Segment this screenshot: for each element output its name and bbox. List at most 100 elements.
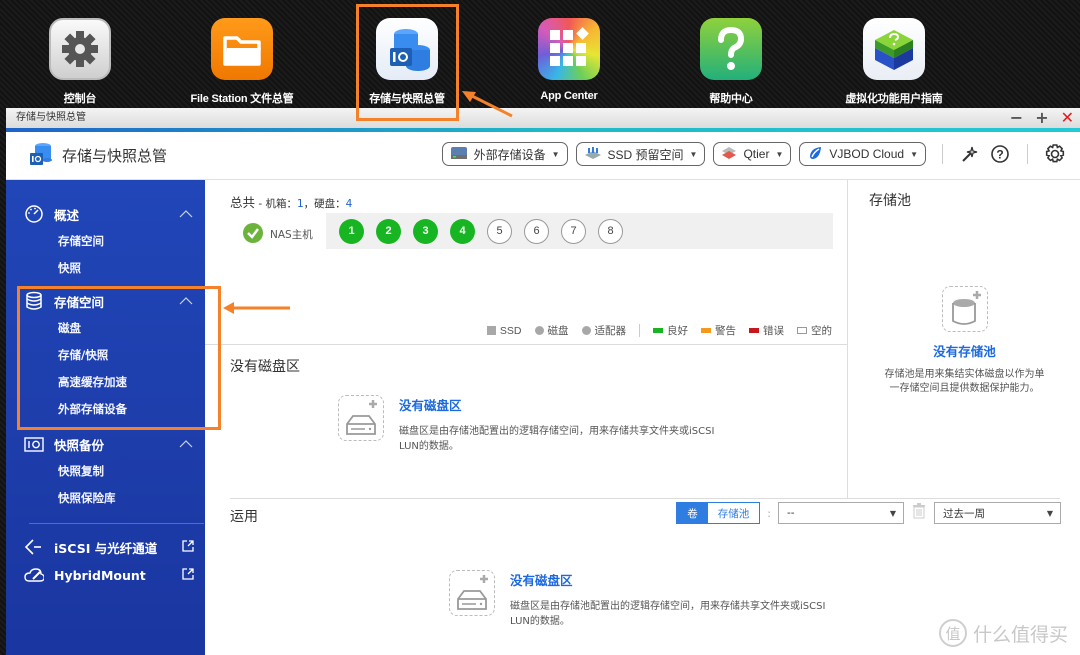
sidebar-item-disks[interactable]: 磁盘	[6, 315, 205, 342]
legend-item: 错误	[749, 323, 784, 338]
disk-slot-3[interactable]: 3	[413, 218, 438, 244]
window-titlebar[interactable]: 存储与快照总管 − + ✕	[6, 108, 1080, 128]
sidebar-item-cache-acceleration[interactable]: 高速缓存加速	[6, 369, 205, 396]
vjbod-cloud-icon	[807, 145, 823, 164]
magic-wand-icon[interactable]	[959, 143, 981, 165]
external-storage-dropdown[interactable]: 外部存储设备 ▼	[441, 142, 568, 166]
sidebar-group-label: 存储空间	[54, 294, 105, 310]
disk-slot-6[interactable]: 6	[524, 218, 549, 244]
disk-slot-4[interactable]: 4	[450, 218, 475, 244]
tool-label: VJBOD Cloud	[829, 147, 905, 161]
add-volume-icon[interactable]	[338, 395, 384, 441]
sidebar-divider	[29, 523, 204, 524]
camera-icon	[24, 434, 44, 454]
desktop-icon-label: 帮助中心	[709, 93, 753, 105]
disk-slot-5[interactable]: 5	[487, 218, 512, 244]
sidebar-item-snapshot-vault[interactable]: 快照保险库	[6, 485, 205, 512]
desktop-icon-app-center[interactable]: App Center	[489, 18, 649, 102]
sidebar-link-iscsi[interactable]: iSCSI 与光纤通道	[6, 533, 205, 561]
legend-item: SSD	[486, 325, 522, 337]
no-volume-link[interactable]: 没有磁盘区	[510, 570, 840, 589]
sidebar-item-external-storage[interactable]: 外部存储设备	[6, 396, 205, 423]
close-button[interactable]: ✕	[1061, 108, 1074, 128]
legend-swatch-circle-icon	[581, 326, 591, 335]
sidebar-link-label: iSCSI 与光纤通道	[54, 540, 158, 556]
sidebar-link-hybridmount[interactable]: HybridMount	[6, 561, 205, 589]
ssd-icon	[584, 146, 602, 163]
legend-swatch-bar-icon	[701, 328, 711, 333]
toggle-storage-pool[interactable]: 存储池	[707, 503, 760, 523]
desktop-icon-virtualization-guide[interactable]: 虚拟化功能用户指南	[814, 18, 974, 106]
legend-swatch-bar-icon	[653, 328, 663, 333]
sidebar: 概述 存储空间 快照 存储空间 磁盘 存储/快照 高速缓存加速 外部存储设备 快…	[6, 180, 205, 655]
question-icon	[700, 18, 762, 80]
qtier-icon	[721, 146, 737, 163]
watermark-text: 什么值得买	[972, 623, 1068, 646]
caret-down-icon: ▼	[551, 149, 560, 159]
separator-colon: :	[767, 506, 771, 520]
disk-slot-7[interactable]: 7	[561, 218, 586, 244]
sidebar-group-header[interactable]: 快照备份	[6, 430, 205, 458]
chevron-up-icon[interactable]	[179, 294, 193, 309]
legend-label: 磁盘	[547, 325, 569, 337]
app-window: 存储与快照总管 − + ✕ 存储与快照总管 外部存储设备 ▼ SSD 预留空间 ▼ …	[6, 108, 1080, 655]
disks-count: 4	[345, 198, 353, 210]
vjbod-cloud-dropdown[interactable]: VJBOD Cloud ▼	[799, 142, 926, 166]
sidebar-item-snapshot-replica[interactable]: 快照复制	[6, 458, 205, 485]
main-content: 总共 - 机箱：1，硬盘：4 NAS主机 12345678 SSD 磁盘 适配器 良好…	[205, 180, 1080, 655]
disk-slot-8[interactable]: 8	[598, 218, 623, 244]
trash-icon[interactable]	[912, 503, 926, 523]
time-period-select[interactable]: 过去一周 ▼	[934, 502, 1061, 524]
nas-host[interactable]: NAS主机	[242, 222, 313, 247]
folder-icon	[211, 18, 273, 80]
virtualization-cube-icon	[863, 18, 925, 80]
disk-slot-2[interactable]: 2	[376, 218, 401, 244]
iscsi-icon	[24, 537, 44, 557]
legend-swatch-square-icon	[486, 326, 496, 335]
help-icon[interactable]: ?	[989, 143, 1011, 165]
storage-pool-empty-state: 没有存储池 存储池是用来集结实体磁盘以作为单一存储空间且提供数据保护能力。	[848, 286, 1080, 396]
chevron-up-icon[interactable]	[179, 437, 193, 452]
settings-gear-icon[interactable]	[1044, 143, 1066, 165]
window-title: 存储与快照总管	[16, 112, 86, 123]
minimize-button[interactable]: −	[1010, 108, 1023, 128]
no-volume-link[interactable]: 没有磁盘区	[399, 395, 729, 414]
desktop-icon-help-center[interactable]: 帮助中心	[651, 18, 811, 106]
volume-select[interactable]: -- ▼	[778, 502, 904, 524]
svg-text:?: ?	[996, 148, 1003, 162]
no-storage-pool-link[interactable]: 没有存储池	[848, 341, 1080, 360]
legend-label: 适配器	[594, 325, 627, 337]
legend-label: 良好	[667, 325, 688, 337]
desktop-icon-control-panel[interactable]: 控制台	[0, 18, 160, 106]
desktop-icon-storage-snapshot[interactable]: 存储与快照总管	[327, 18, 487, 106]
divider	[230, 498, 1060, 499]
tool-label: Qtier	[743, 147, 770, 161]
desktop: 控制台 File Station 文件总管 存储与快照总管 App Center…	[0, 0, 1080, 108]
database-icon	[24, 291, 44, 311]
toggle-volume[interactable]: 卷	[677, 503, 708, 523]
usage-empty-description: 磁盘区是由存储池配置出的逻辑存储空间，用来存储共享文件夹或iSCSI LUN的数…	[510, 601, 826, 627]
legend-divider	[639, 324, 640, 337]
desktop-icon-label: 虚拟化功能用户指南	[845, 93, 943, 105]
legend-item: 空的	[797, 323, 832, 338]
sidebar-group-header[interactable]: 存储空间	[6, 287, 205, 315]
legend-label: 空的	[811, 325, 832, 337]
divider	[1027, 144, 1028, 164]
desktop-icon-file-station[interactable]: File Station 文件总管	[162, 18, 322, 106]
enclosures-count: 1	[296, 198, 304, 210]
qtier-dropdown[interactable]: Qtier ▼	[713, 142, 792, 166]
app-logo-icon	[28, 141, 54, 171]
maximize-button[interactable]: +	[1035, 108, 1048, 128]
sidebar-link-label: HybridMount	[54, 567, 146, 583]
sidebar-item-storage-space-overview[interactable]: 存储空间	[6, 228, 205, 255]
disk-slot-1[interactable]: 1	[339, 218, 364, 244]
chevron-up-icon[interactable]	[179, 207, 193, 222]
sidebar-item-storage-snapshots[interactable]: 存储/快照	[6, 342, 205, 369]
add-storage-pool-icon[interactable]	[941, 286, 988, 332]
ssd-overprovisioning-dropdown[interactable]: SSD 预留空间 ▼	[575, 142, 706, 166]
desktop-icon-label: 控制台	[63, 93, 97, 105]
sidebar-item-snapshot-overview[interactable]: 快照	[6, 255, 205, 282]
sidebar-group-label: 概述	[54, 207, 80, 223]
sidebar-group-header[interactable]: 概述	[6, 200, 205, 228]
add-volume-icon[interactable]	[449, 570, 495, 616]
